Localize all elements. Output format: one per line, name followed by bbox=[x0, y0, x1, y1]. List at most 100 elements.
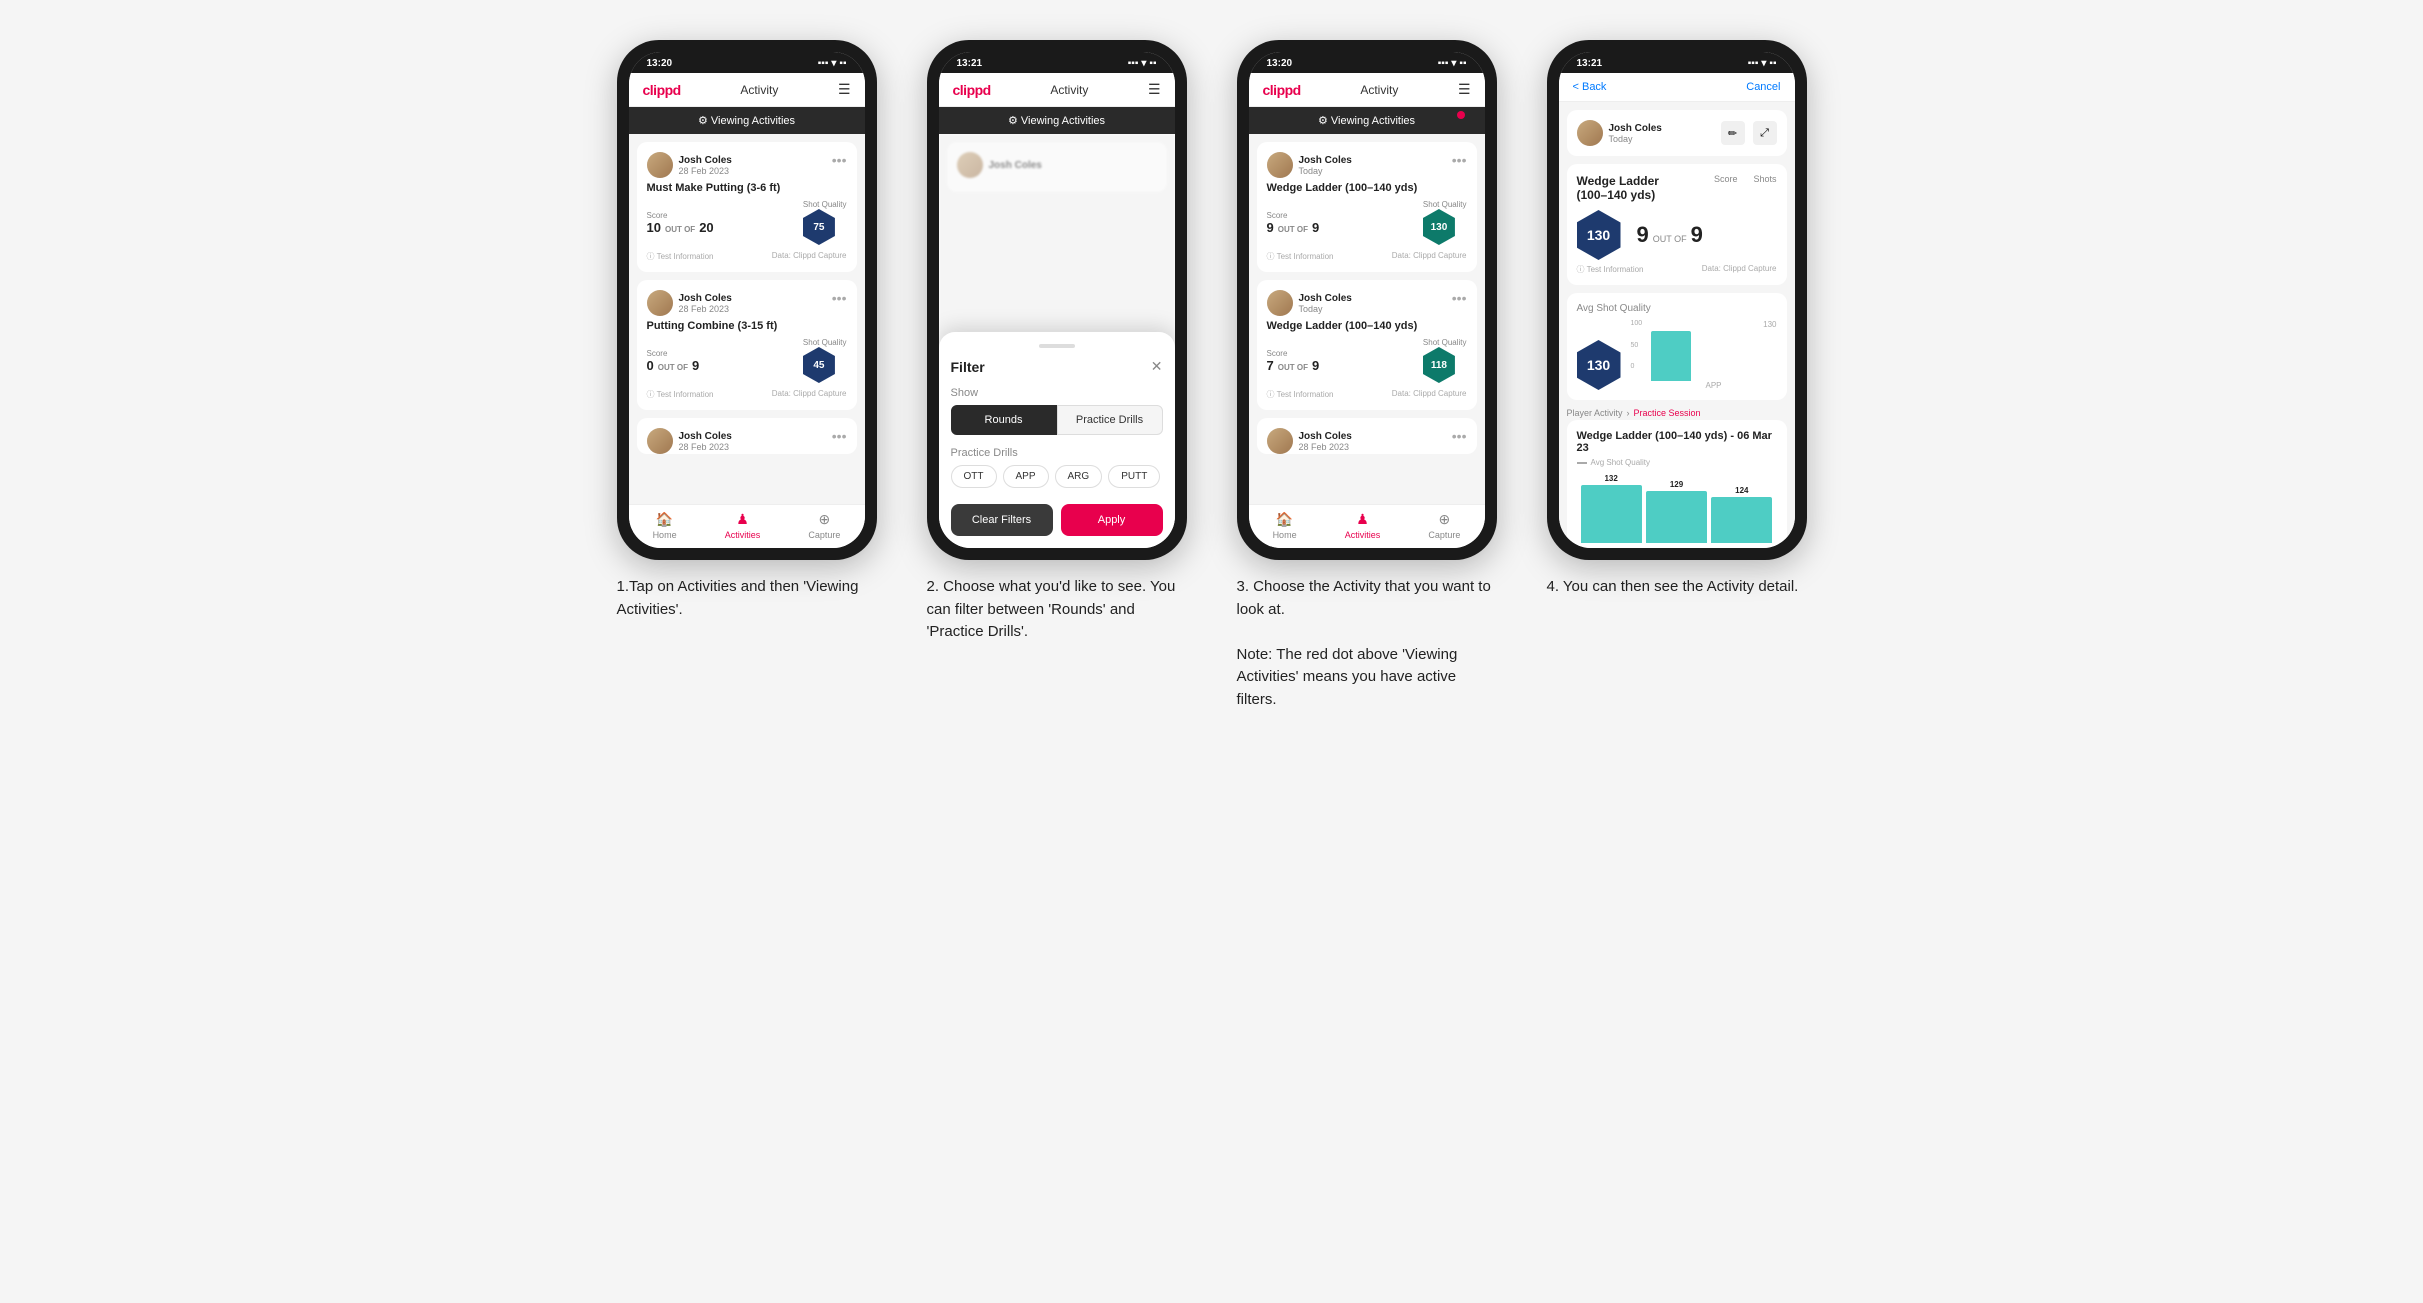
quality-badge-3-1: 130 bbox=[1423, 209, 1455, 245]
phones-row: 13:20 ▪▪▪ ▾ ▪▪ clippd Activity ☰ ⚙ Viewi… bbox=[607, 40, 1817, 711]
avg-shot-content-4: 130 130 100 50 0 bbox=[1577, 320, 1777, 390]
chip-putt[interactable]: PUTT bbox=[1108, 465, 1160, 488]
close-button[interactable]: ✕ bbox=[1151, 358, 1163, 375]
viewing-activities-label-1: ⚙ Viewing Activities bbox=[698, 114, 795, 127]
avatar-1-2 bbox=[647, 290, 673, 316]
activity-card-3-3[interactable]: Josh Coles 28 Feb 2023 ••• bbox=[1257, 418, 1477, 454]
rounds-toggle[interactable]: Rounds bbox=[951, 405, 1057, 435]
user-details-1-3: Josh Coles 28 Feb 2023 bbox=[679, 431, 732, 452]
more-dots-1-1[interactable]: ••• bbox=[832, 152, 847, 168]
bottom-nav-3: 🏠 Home ♟ Activities ⊕ Capture bbox=[1249, 504, 1485, 548]
bar-x-label-4: APP bbox=[1651, 381, 1777, 390]
app-header-1: clippd Activity ☰ bbox=[629, 73, 865, 107]
viewing-activities-bar-1[interactable]: ⚙ Viewing Activities bbox=[629, 107, 865, 134]
user-name-1-3: Josh Coles bbox=[679, 431, 732, 442]
bar-item-4-3: 124 bbox=[1711, 486, 1772, 543]
status-bar-2: 13:21 ▪▪▪ ▾ ▪▪ bbox=[939, 52, 1175, 73]
practice-drills-toggle[interactable]: Practice Drills bbox=[1057, 405, 1163, 435]
detail-action-icons-4: ✏ ⤢ bbox=[1721, 121, 1777, 145]
nav-activities-3[interactable]: ♟ Activities bbox=[1345, 511, 1381, 540]
menu-icon-3[interactable]: ☰ bbox=[1458, 81, 1471, 98]
user-date-1-3: 28 Feb 2023 bbox=[679, 442, 732, 452]
nav-activities-label-3: Activities bbox=[1345, 530, 1381, 540]
phone-column-4: 13:21 ▪▪▪ ▾ ▪▪ < Back Cancel bbox=[1537, 40, 1817, 599]
activity-card-1-3[interactable]: Josh Coles 28 Feb 2023 ••• bbox=[637, 418, 857, 454]
detail-user-details-4: Josh Coles Today bbox=[1609, 123, 1662, 144]
card-header-1-3: Josh Coles 28 Feb 2023 ••• bbox=[647, 428, 847, 454]
more-dots-1-2[interactable]: ••• bbox=[832, 290, 847, 306]
chart-subtitle-4: Avg Shot Quality bbox=[1577, 458, 1777, 467]
status-icons-1: ▪▪▪ ▾ ▪▪ bbox=[818, 58, 847, 69]
activity-card-3-2[interactable]: Josh Coles Today ••• Wedge Ladder (100–1… bbox=[1257, 280, 1477, 410]
quality-block-3-1: Shot Quality 130 bbox=[1423, 200, 1467, 245]
nav-capture-1[interactable]: ⊕ Capture bbox=[808, 511, 840, 540]
back-button-4[interactable]: < Back bbox=[1573, 81, 1607, 93]
phone-screen-1: 13:20 ▪▪▪ ▾ ▪▪ clippd Activity ☰ ⚙ Viewi… bbox=[629, 52, 865, 548]
menu-icon-1[interactable]: ☰ bbox=[838, 81, 851, 98]
score-block-3-1: Score 9 OUT OF 9 bbox=[1267, 211, 1320, 235]
detail-content-4: Josh Coles Today ✏ ⤢ Wedge Ladder(100–14… bbox=[1559, 102, 1795, 548]
card-header-3-2: Josh Coles Today ••• bbox=[1267, 290, 1467, 316]
footer-left-3-2: ⓘ Test Information bbox=[1267, 389, 1334, 400]
activity-card-1-2[interactable]: Josh Coles 28 Feb 2023 ••• Putting Combi… bbox=[637, 280, 857, 410]
activities-icon-3: ♟ bbox=[1356, 511, 1369, 528]
app-header-3: clippd Activity ☰ bbox=[1249, 73, 1485, 107]
practice-drills-label: Practice Drills bbox=[951, 447, 1163, 459]
nav-capture-3[interactable]: ⊕ Capture bbox=[1428, 511, 1460, 540]
activity-card-3-1[interactable]: Josh Coles Today ••• Wedge Ladder (100–1… bbox=[1257, 142, 1477, 272]
nav-home-1[interactable]: 🏠 Home bbox=[653, 511, 677, 540]
stats-row-1-1: Score 10 OUT OF 20 Shot Quality bbox=[647, 200, 847, 245]
user-info-1-1: Josh Coles 28 Feb 2023 bbox=[647, 152, 732, 178]
score-label-1-2: Score bbox=[647, 349, 700, 358]
chip-ott[interactable]: OTT bbox=[951, 465, 997, 488]
screen-content-3: Josh Coles Today ••• Wedge Ladder (100–1… bbox=[1249, 134, 1485, 504]
more-dots-1-3[interactable]: ••• bbox=[832, 428, 847, 444]
nav-activities-1[interactable]: ♟ Activities bbox=[725, 511, 761, 540]
y-axis-4: 100 50 0 bbox=[1631, 320, 1643, 370]
toggle-group: Rounds Practice Drills bbox=[951, 405, 1163, 435]
activity-card-1-1[interactable]: Josh Coles 28 Feb 2023 ••• Must Make Put… bbox=[637, 142, 857, 272]
chip-app[interactable]: APP bbox=[1003, 465, 1049, 488]
filter-modal-container: Josh Coles Filter ✕ Show bbox=[939, 134, 1175, 548]
time-2: 13:21 bbox=[957, 58, 983, 69]
score-label-3-1: Score bbox=[1267, 211, 1320, 220]
blurred-user-details: Josh Coles bbox=[989, 160, 1042, 171]
apply-button[interactable]: Apply bbox=[1061, 504, 1163, 536]
edit-icon-4[interactable]: ✏ bbox=[1721, 121, 1745, 145]
menu-icon-2[interactable]: ☰ bbox=[1148, 81, 1161, 98]
more-dots-3-1[interactable]: ••• bbox=[1452, 152, 1467, 168]
viewing-activities-bar-2[interactable]: ⚙ Viewing Activities bbox=[939, 107, 1175, 134]
detail-score-values-4: 9 OUT OF 9 bbox=[1637, 222, 1703, 248]
phone-frame-3: 13:20 ▪▪▪ ▾ ▪▪ clippd Activity ☰ ⚙ Viewi… bbox=[1237, 40, 1497, 560]
detail-quality-hex-4: 130 bbox=[1577, 210, 1621, 260]
viewing-activities-bar-3[interactable]: ⚙ Viewing Activities bbox=[1249, 107, 1485, 134]
user-info-3-2: Josh Coles Today bbox=[1267, 290, 1352, 316]
activity-title-3-2: Wedge Ladder (100–140 yds) bbox=[1267, 320, 1467, 332]
caption-3: 3. Choose the Activity that you want to … bbox=[1237, 576, 1497, 711]
clear-filters-button[interactable]: Clear Filters bbox=[951, 504, 1053, 536]
quality-label-1-1: Shot Quality bbox=[803, 200, 847, 209]
expand-icon-4[interactable]: ⤢ bbox=[1753, 121, 1777, 145]
status-icons-3: ▪▪▪ ▾ ▪▪ bbox=[1438, 58, 1467, 69]
chip-arg[interactable]: ARG bbox=[1055, 465, 1103, 488]
more-dots-3-2[interactable]: ••• bbox=[1452, 290, 1467, 306]
chart-top-label-4: 130 bbox=[1631, 320, 1777, 329]
more-dots-3-3[interactable]: ••• bbox=[1452, 428, 1467, 444]
nav-home-3[interactable]: 🏠 Home bbox=[1273, 511, 1297, 540]
user-info-3-3: Josh Coles 28 Feb 2023 bbox=[1267, 428, 1352, 454]
nav-activities-label-1: Activities bbox=[725, 530, 761, 540]
phone-column-1: 13:20 ▪▪▪ ▾ ▪▪ clippd Activity ☰ ⚙ Viewi… bbox=[607, 40, 887, 621]
score-value-3-2: 7 OUT OF 9 bbox=[1267, 358, 1320, 373]
score-block-1-1: Score 10 OUT OF 20 bbox=[647, 211, 714, 235]
battery-icon-1: ▪▪ bbox=[839, 58, 846, 69]
capture-icon-3: ⊕ bbox=[1439, 511, 1451, 528]
bar-chart-4: 132 129 124 bbox=[1577, 473, 1777, 543]
avatar-3-2 bbox=[1267, 290, 1293, 316]
quality-block-3-2: Shot Quality 118 bbox=[1423, 338, 1467, 383]
cancel-button-4[interactable]: Cancel bbox=[1746, 81, 1780, 93]
modal-handle bbox=[1039, 344, 1075, 348]
status-icons-4: ▪▪▪ ▾ ▪▪ bbox=[1748, 58, 1777, 69]
user-details-3-3: Josh Coles 28 Feb 2023 bbox=[1299, 431, 1352, 452]
score-block-1-2: Score 0 OUT OF 9 bbox=[647, 349, 700, 373]
score-block-3-2: Score 7 OUT OF 9 bbox=[1267, 349, 1320, 373]
